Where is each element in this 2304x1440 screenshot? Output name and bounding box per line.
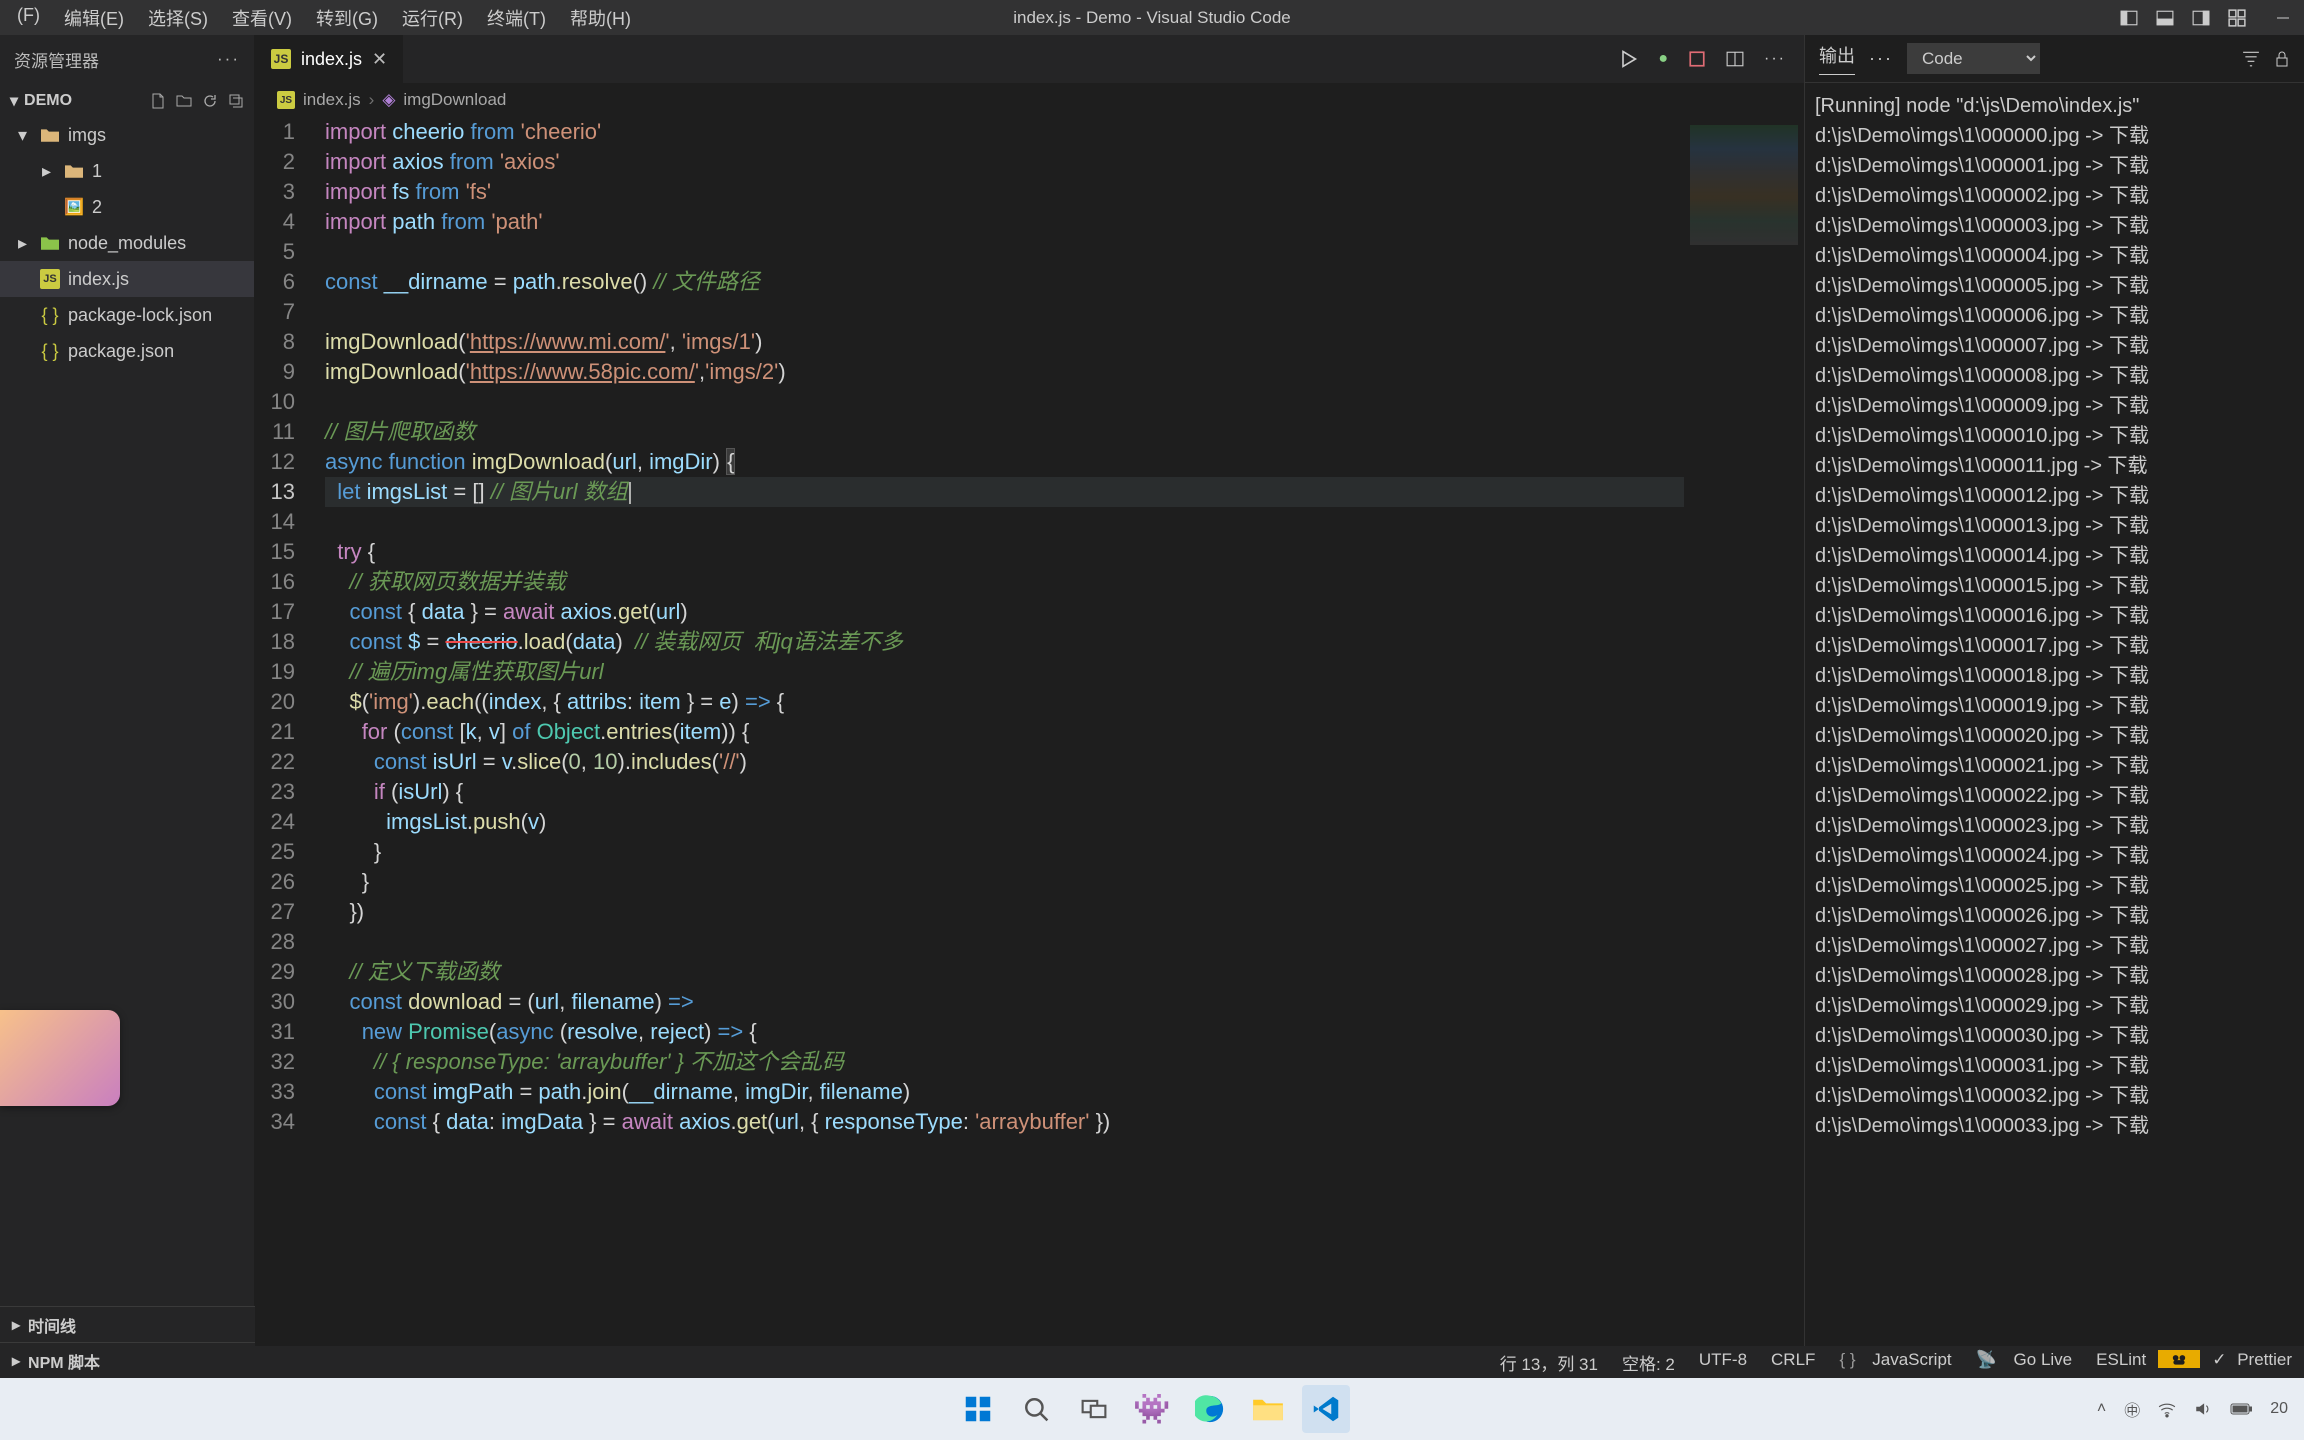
breadcrumb[interactable]: JS index.js › ◈ imgDownload [255, 83, 1804, 117]
menu-item[interactable]: 终端(T) [475, 5, 558, 31]
tree-item[interactable]: ▾ imgs [0, 117, 254, 153]
js-file-icon: JS [277, 91, 295, 109]
tab-label: index.js [301, 49, 362, 70]
eol[interactable]: CRLF [1759, 1350, 1827, 1370]
collapse-icon[interactable] [228, 93, 244, 109]
stop-icon[interactable] [1688, 50, 1706, 68]
indentation[interactable]: 空格: 2 [1610, 1350, 1687, 1375]
explorer-title: 资源管理器 [14, 47, 99, 72]
eslint[interactable]: ESLint [2084, 1350, 2158, 1370]
tree-item[interactable]: { }package.json [0, 333, 254, 369]
close-icon[interactable]: ✕ [372, 49, 387, 70]
start-button[interactable] [954, 1385, 1002, 1433]
layout-right-icon[interactable] [2190, 7, 2212, 29]
tree-item-label: package.json [68, 341, 174, 362]
chevron-icon: ▸ [18, 233, 32, 254]
output-more-icon[interactable]: ··· [1869, 48, 1893, 69]
window-title: index.js - Demo - Visual Studio Code [1013, 8, 1291, 28]
layout-left-icon[interactable] [2118, 7, 2140, 29]
chevron-right-icon: › [369, 90, 375, 110]
output-tab[interactable]: 输出 [1819, 42, 1855, 75]
chevron-down-icon: ▾ [10, 91, 18, 111]
breadcrumb-file[interactable]: index.js [303, 90, 361, 110]
task-view-icon[interactable] [1070, 1385, 1118, 1433]
menu-item[interactable]: 运行(R) [390, 5, 475, 31]
project-header[interactable]: ▾ DEMO [0, 87, 254, 115]
chevron-icon: ▸ [42, 161, 56, 182]
app-icon[interactable]: 👾 [1128, 1385, 1176, 1433]
menu-item[interactable]: 帮助(H) [558, 5, 643, 31]
output-channel-select[interactable]: Code [1907, 43, 2040, 74]
tree-item-label: imgs [68, 125, 106, 146]
copilot-icon[interactable] [2158, 1350, 2200, 1368]
tab-index-js[interactable]: JS index.js ✕ [255, 35, 404, 83]
sidebar-explorer: 资源管理器 ··· ▾ DEMO ▾imgs▸1🖼️2▸node_modules… [0, 35, 255, 1346]
statusbar: Connect 行 13，列 31 空格: 2 UTF-8 CRLF { } J… [0, 1346, 2304, 1378]
tree-item[interactable]: JSindex.js [0, 261, 254, 297]
npm-scripts-label: NPM 脚本 [28, 1349, 100, 1373]
taskbar: 👾 ˄ ㊥ 20 [0, 1378, 2304, 1440]
tree-item-label: package-lock.json [68, 305, 212, 326]
editor: JS index.js ✕ ● ··· JS index.js › ◈ imgD… [255, 35, 1804, 1346]
tray-battery-icon[interactable] [2230, 1402, 2252, 1416]
section-npm-scripts[interactable]: ▸ NPM 脚本 [0, 1342, 255, 1378]
new-folder-icon[interactable] [176, 93, 192, 109]
prettier[interactable]: ✓ Prettier [2200, 1350, 2304, 1370]
output-panel: 输出 ··· Code [Running] node "d:\js\Demo\i… [1804, 35, 2304, 1346]
project-name: DEMO [24, 92, 72, 110]
breadcrumb-symbol[interactable]: imgDownload [403, 90, 506, 110]
refresh-icon[interactable] [202, 93, 218, 109]
explorer-more-icon[interactable]: ··· [217, 49, 240, 69]
tray-time[interactable]: 20 [2270, 1400, 2288, 1418]
chevron-icon: ▾ [18, 125, 32, 146]
tree-item-label: index.js [68, 269, 129, 290]
tree-item[interactable]: ▸ node_modules [0, 225, 254, 261]
language-mode[interactable]: { } JavaScript [1827, 1350, 1963, 1370]
chevron-right-icon: ▸ [12, 1315, 20, 1335]
menubar: (F)编辑(E)选择(S)查看(V)转到(G)运行(R)终端(T)帮助(H) i… [0, 0, 2304, 35]
menu-item[interactable]: 选择(S) [136, 5, 220, 31]
tray-chevron-icon[interactable]: ˄ [2097, 1400, 2106, 1418]
go-live[interactable]: 📡 Go Live [1964, 1350, 2085, 1370]
menu-item[interactable]: 编辑(E) [52, 5, 136, 31]
customize-layout-icon[interactable] [2226, 7, 2248, 29]
tree-item-label: 2 [92, 197, 102, 218]
debug-icon[interactable]: ● [1658, 50, 1668, 68]
code-editor[interactable]: 1234567891011121314151617181920212223242… [255, 117, 1804, 1346]
more-icon[interactable]: ··· [1764, 50, 1786, 68]
tabs: JS index.js ✕ ● ··· [255, 35, 1804, 83]
vscode-icon[interactable] [1302, 1385, 1350, 1433]
menu-item[interactable]: (F) [5, 5, 52, 31]
layout-bottom-icon[interactable] [2154, 7, 2176, 29]
tray-wifi-icon[interactable] [2158, 1400, 2176, 1418]
js-file-icon: JS [271, 49, 291, 69]
section-timeline[interactable]: ▸ 时间线 [0, 1306, 255, 1342]
method-icon: ◈ [382, 90, 395, 110]
minimap[interactable] [1684, 117, 1804, 1346]
tray-volume-icon[interactable] [2194, 1400, 2212, 1418]
chevron-right-icon: ▸ [12, 1351, 20, 1371]
tree-item-label: 1 [92, 161, 102, 182]
tree-item[interactable]: { }package-lock.json [0, 297, 254, 333]
floating-avatar[interactable] [0, 1010, 120, 1106]
tree-item[interactable]: ▸1 [0, 153, 254, 189]
split-editor-icon[interactable] [1726, 50, 1744, 68]
new-file-icon[interactable] [150, 93, 166, 109]
filter-icon[interactable] [2242, 50, 2260, 68]
minimize-icon[interactable] [2272, 7, 2294, 29]
edge-icon[interactable] [1186, 1385, 1234, 1433]
file-explorer-icon[interactable] [1244, 1385, 1292, 1433]
cursor-position[interactable]: 行 13，列 31 [1488, 1350, 1610, 1375]
tree-item-label: node_modules [68, 233, 186, 254]
menu-item[interactable]: 查看(V) [220, 5, 304, 31]
search-icon[interactable] [1012, 1385, 1060, 1433]
encoding[interactable]: UTF-8 [1687, 1350, 1759, 1370]
lock-icon[interactable] [2274, 50, 2290, 68]
run-icon[interactable] [1618, 49, 1638, 69]
tray-ime-icon[interactable]: ㊥ [2124, 1397, 2140, 1421]
timeline-label: 时间线 [28, 1313, 76, 1337]
menu-item[interactable]: 转到(G) [304, 5, 390, 31]
tree-item[interactable]: 🖼️2 [0, 189, 254, 225]
